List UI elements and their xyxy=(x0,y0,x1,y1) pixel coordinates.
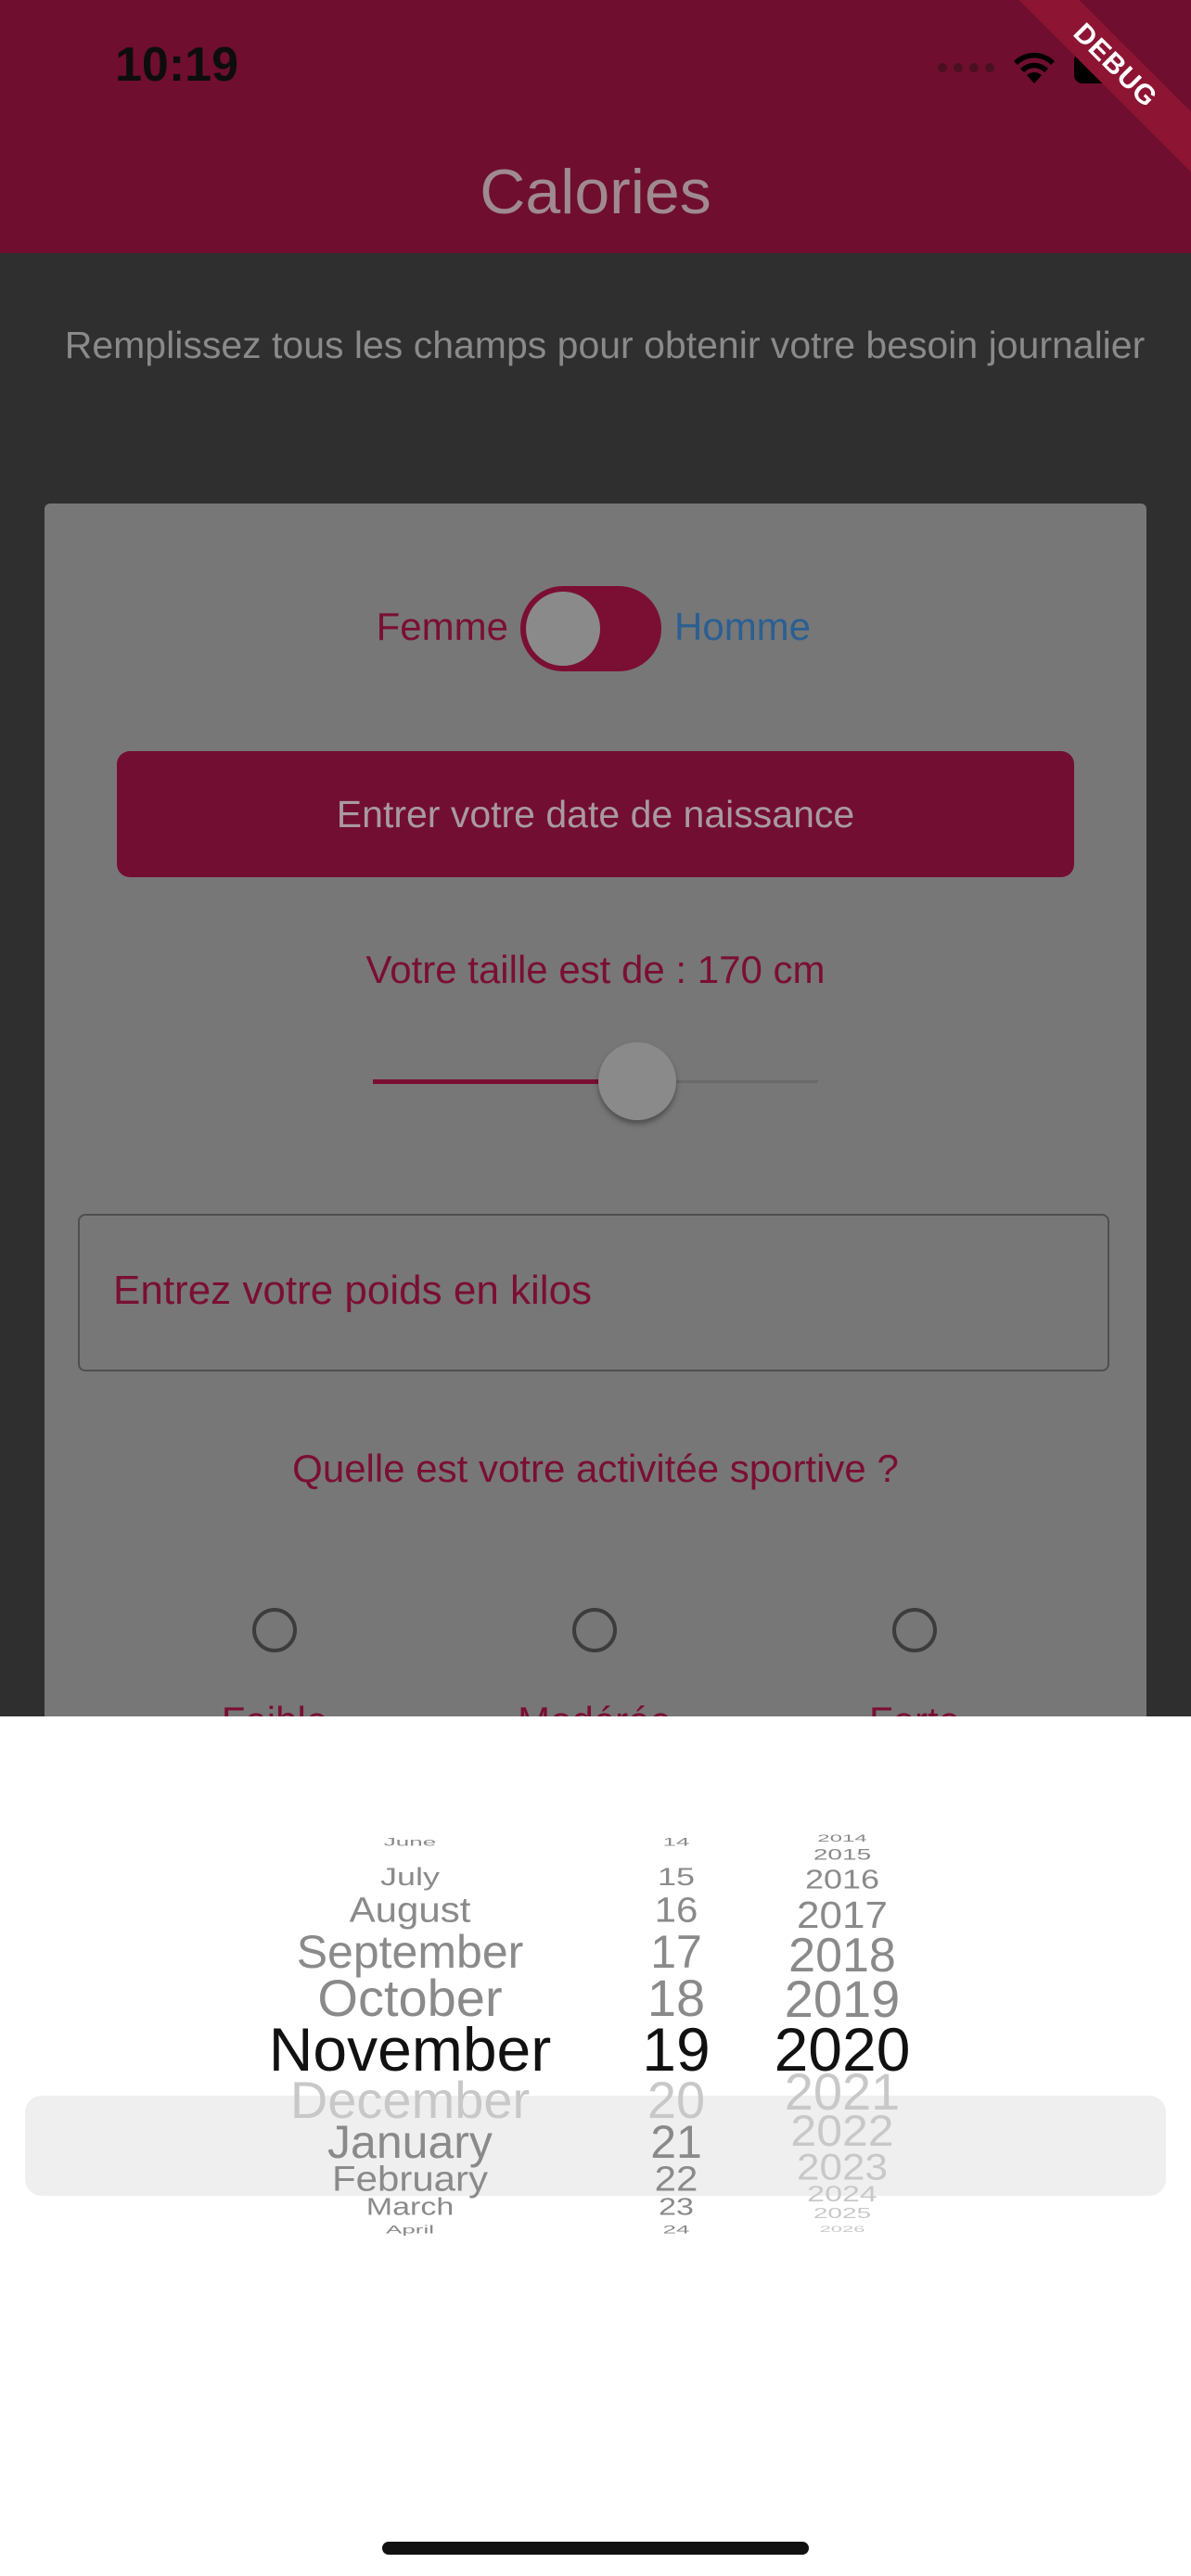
gender-switch-row: Femme Homme xyxy=(0,586,1191,673)
app-bar: 10:19 Calories DEBUG xyxy=(0,0,1191,253)
year-item[interactable]: 2024 xyxy=(807,2182,877,2207)
day-item[interactable]: 24 xyxy=(663,2224,690,2237)
year-item[interactable]: 2015 xyxy=(813,1845,871,1863)
wifi-icon xyxy=(1014,52,1055,83)
year-item[interactable]: 2016 xyxy=(805,1864,879,1895)
cellular-signal-icon xyxy=(938,63,994,72)
gender-male-label: Homme xyxy=(674,605,812,648)
gender-female-label: Femme xyxy=(376,605,508,648)
intro-text: Remplissez tous les champs pour obtenir … xyxy=(64,324,1146,366)
month-item[interactable]: April xyxy=(386,2224,434,2237)
month-item[interactable]: July xyxy=(380,1862,440,1892)
year-item[interactable]: 2026 xyxy=(820,2225,865,2234)
app-title: Calories xyxy=(480,157,711,227)
height-label: Votre taille est de : 170 cm xyxy=(365,948,826,991)
radio-activity-low[interactable] xyxy=(252,1608,297,1652)
month-item[interactable]: June xyxy=(384,1836,436,1849)
year-item[interactable]: 2014 xyxy=(817,1833,866,1845)
date-picker-selection-highlight xyxy=(25,2096,1166,2196)
date-picker-sheet: June July August September October November De… xyxy=(0,1716,1191,2576)
month-item[interactable]: March xyxy=(366,2194,454,2221)
radio-activity-high[interactable] xyxy=(892,1608,937,1652)
status-time: 10:19 xyxy=(115,38,238,92)
weight-placeholder: Entrez votre poids en kilos xyxy=(113,1268,593,1313)
home-indicator xyxy=(382,2542,809,2555)
gender-toggle[interactable] xyxy=(520,586,661,671)
weight-input[interactable]: Entrez votre poids en kilos xyxy=(78,1214,1109,1371)
day-item[interactable]: 14 xyxy=(663,1836,690,1849)
form-card xyxy=(45,504,1146,1802)
day-item[interactable]: 15 xyxy=(658,1862,695,1892)
height-slider-thumb[interactable] xyxy=(598,1042,676,1120)
activity-question: Quelle est votre activitée sportive ? xyxy=(292,1447,899,1490)
day-item[interactable]: 23 xyxy=(659,2194,694,2221)
radio-activity-moderate[interactable] xyxy=(572,1608,617,1652)
birthdate-button[interactable]: Entrer votre date de naissance xyxy=(117,751,1074,877)
year-item[interactable]: 2025 xyxy=(813,2205,871,2222)
toggle-knob[interactable] xyxy=(526,592,600,666)
